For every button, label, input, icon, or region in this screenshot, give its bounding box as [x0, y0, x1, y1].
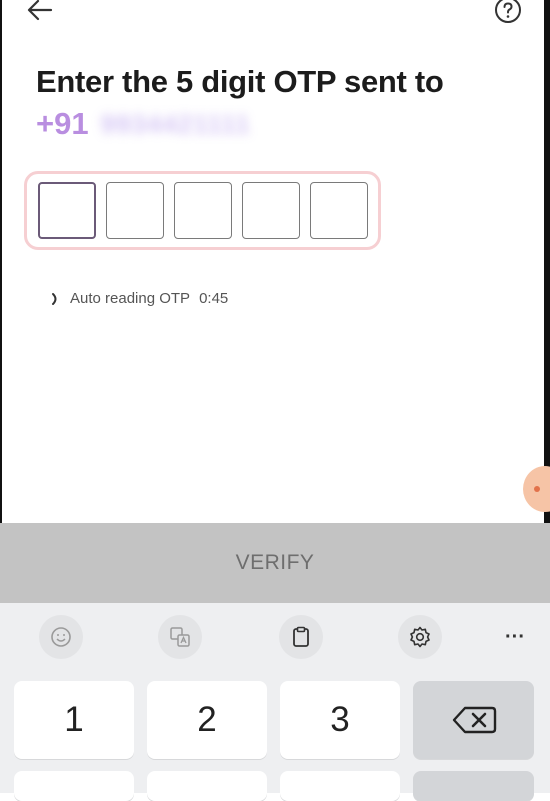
verify-button[interactable]: VERIFY [0, 523, 550, 603]
keyboard-settings-button[interactable] [398, 615, 442, 659]
key-2[interactable]: 2 [147, 681, 267, 759]
clipboard-button[interactable] [279, 615, 323, 659]
keyboard: ··· 1 2 3 [0, 603, 550, 801]
otp-digit-2[interactable] [106, 182, 164, 239]
otp-digit-1[interactable] [38, 182, 96, 239]
auto-read-status: Auto reading OTP 0:45 [50, 290, 228, 307]
arrow-left-icon [27, 0, 53, 21]
key-row2-2[interactable] [147, 771, 267, 801]
auto-read-label: Auto reading OTP [70, 290, 191, 307]
emoji-icon [51, 627, 71, 647]
top-bar [0, 0, 550, 30]
translate-button[interactable] [158, 615, 202, 659]
backspace-key[interactable] [413, 681, 534, 759]
phone-number-row: +91 9934421111 [36, 104, 251, 144]
page-title: Enter the 5 digit OTP sent to [36, 64, 444, 99]
country-code: +91 [36, 106, 89, 141]
phone-number-blurred: 9934421111 [100, 108, 251, 139]
fab-dot-icon [534, 486, 540, 492]
translate-icon [170, 627, 190, 647]
key-1[interactable]: 1 [14, 681, 134, 759]
otp-input-group [24, 171, 381, 250]
key-3[interactable]: 3 [280, 681, 400, 759]
key-row2-1[interactable] [14, 771, 134, 801]
settings-icon [410, 626, 430, 648]
clipboard-icon [293, 626, 309, 647]
otp-digit-4[interactable] [242, 182, 300, 239]
help-button[interactable] [494, 0, 522, 24]
emoji-button[interactable] [39, 615, 83, 659]
floating-action-button[interactable] [523, 466, 550, 512]
back-button[interactable] [24, 0, 56, 24]
otp-digit-3[interactable] [174, 182, 232, 239]
key-row2-3[interactable] [280, 771, 400, 801]
keyboard-toolbar: ··· [0, 603, 550, 669]
backspace-icon [452, 706, 496, 734]
otp-digit-5[interactable] [310, 182, 368, 239]
key-row2-4[interactable] [413, 771, 534, 801]
auto-read-timer: 0:45 [199, 290, 229, 307]
more-options-button[interactable]: ··· [498, 621, 532, 653]
spinner-icon [52, 292, 57, 305]
question-circle-icon [495, 0, 521, 23]
